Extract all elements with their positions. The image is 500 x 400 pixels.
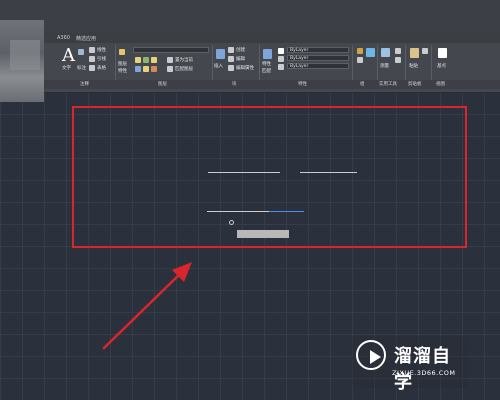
play-icon <box>370 350 381 364</box>
watermark-title: 溜溜自学 <box>394 346 451 393</box>
play-circle-icon <box>356 340 386 370</box>
watermark: 溜溜自学 ZIXUE.3D66.COM <box>352 336 468 393</box>
watermark-url: ZIXUE.3D66.COM <box>392 369 456 377</box>
